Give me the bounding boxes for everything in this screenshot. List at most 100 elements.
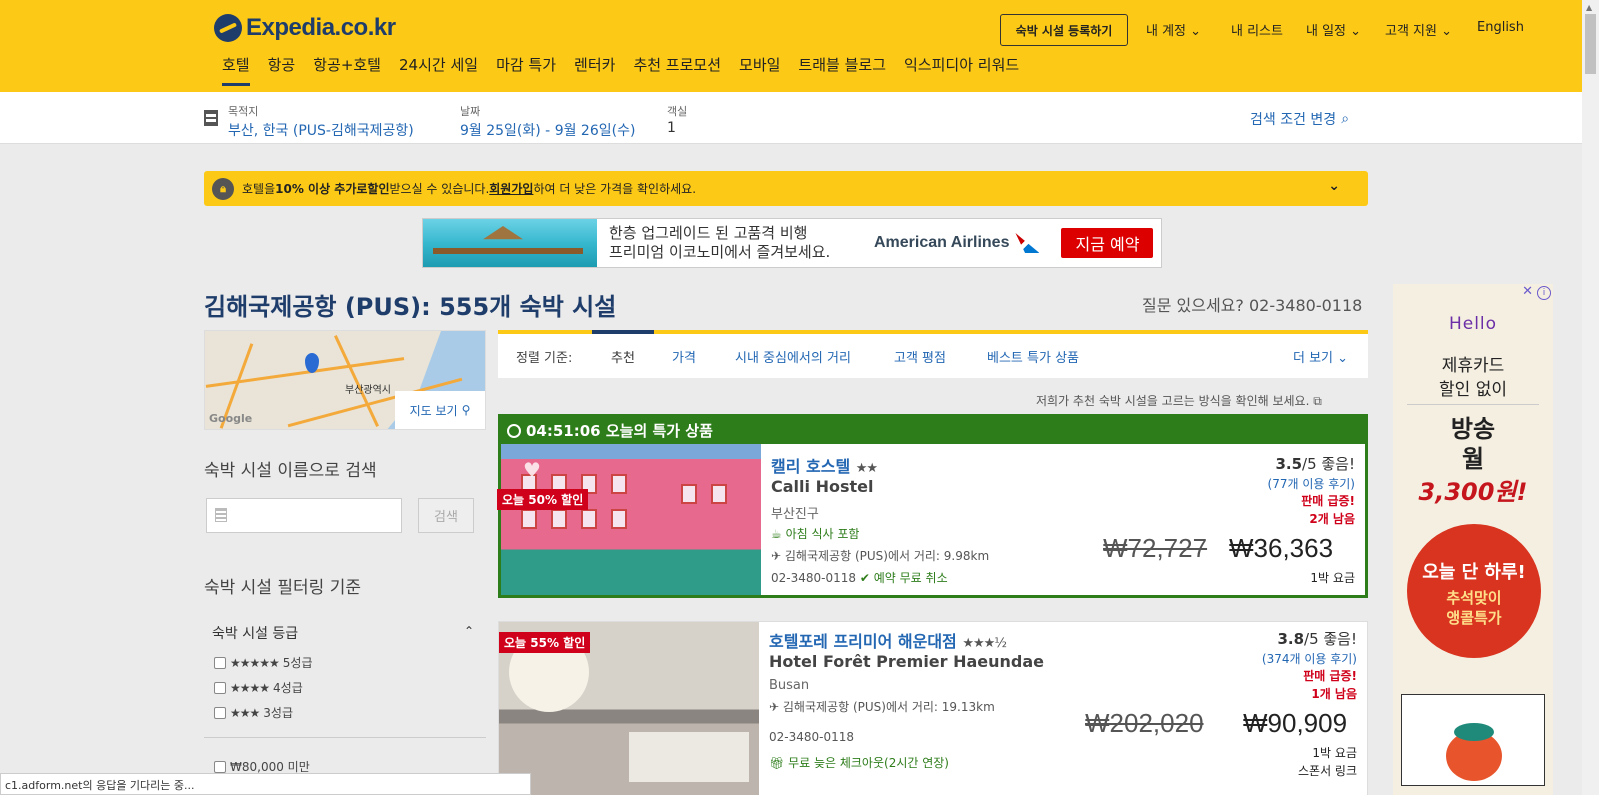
- sort-recommended[interactable]: 추천: [611, 347, 635, 366]
- hotel-phone: 02-3480-0118 ✔ 예약 무료 취소: [771, 571, 948, 585]
- my-list-link[interactable]: 내 리스트: [1231, 20, 1283, 39]
- map-city-label: 부산광역시: [345, 385, 391, 396]
- filter-4-star[interactable]: ★★★★ 4성급: [214, 679, 303, 696]
- review-count-link[interactable]: (374개 이용 후기): [1262, 650, 1357, 667]
- promo-circle: 오늘 단 하루! 추석맞이 앵콜특가: [1407, 524, 1541, 658]
- vertical-scrollbar[interactable]: ▲: [1582, 0, 1599, 795]
- checkmark-icon: ✔: [859, 571, 870, 585]
- airline-banner-ad[interactable]: 한층 업그레이드 된 고품격 비행 프리미엄 이코노미에서 즐겨보세요. Ame…: [422, 218, 1162, 268]
- checkbox[interactable]: [214, 706, 226, 719]
- discount-badge: 오늘 50% 할인: [497, 489, 589, 510]
- sort-distance[interactable]: 시내 중심에서의 거리: [735, 347, 851, 366]
- signup-link[interactable]: 회원가입: [489, 180, 533, 197]
- side-banner-ad[interactable]: ✕ i Hello 제휴카드 할인 없이 방송 월 3,300원! 오늘 단 하루!…: [1393, 284, 1553, 795]
- recommendation-info-link[interactable]: 저희가 추천 숙박 시설을 고르는 방식을 확인해 보세요. ⧉: [1036, 392, 1322, 409]
- nav-travel-blog[interactable]: 트래블 블로그: [798, 54, 886, 86]
- per-night-label: 1박 요금: [1310, 571, 1355, 585]
- my-trips-menu[interactable]: 내 일정 ⌄: [1306, 20, 1361, 39]
- hotel-name-korean[interactable]: 캘리 호스텔 ★★: [771, 453, 878, 477]
- building-icon: [204, 110, 218, 126]
- urgency-selling-fast: 판매 급증!: [1303, 669, 1357, 683]
- urgency-rooms-left: 1개 남음: [1311, 687, 1357, 701]
- my-account-menu[interactable]: 내 계정 ⌄: [1146, 20, 1201, 39]
- google-logo: Google: [209, 412, 253, 425]
- external-link-icon: ⧉: [1313, 394, 1322, 408]
- hotel-name-english: Calli Hostel: [771, 477, 874, 496]
- browser-status-bar: c1.adform.net의 응답을 기다리는 중...: [0, 773, 531, 795]
- view-map-button[interactable]: 지도 보기 ⚲: [395, 391, 485, 429]
- results-title: 김해국제공항 (PUS): 555개 숙박 시설: [204, 293, 617, 321]
- star-rating: ★★: [855, 461, 878, 476]
- urgency-rooms-left: 2개 남음: [1309, 512, 1355, 526]
- star-rating-filter-title[interactable]: 숙박 시설 등급: [212, 623, 298, 643]
- urgency-selling-fast: 판매 급증!: [1301, 494, 1355, 508]
- sponsored-link-label: 스폰서 링크: [1297, 764, 1357, 778]
- globe-plane-icon: [214, 14, 242, 42]
- name-search-button[interactable]: 검색: [418, 498, 474, 533]
- checkbox[interactable]: [214, 760, 226, 773]
- nav-mobile[interactable]: 모바일: [739, 54, 780, 86]
- review-count-link[interactable]: (77개 이용 후기): [1268, 475, 1355, 492]
- discounted-price: ₩36,363: [1229, 533, 1334, 563]
- nav-flight-hotel[interactable]: 항공+호텔: [313, 54, 381, 86]
- date-value[interactable]: 9월 25일(화) - 9월 26일(수): [460, 120, 635, 140]
- chevron-down-icon[interactable]: ⌄: [1328, 178, 1340, 194]
- sort-price[interactable]: 가격: [672, 347, 696, 366]
- name-search-heading: 숙박 시설 이름으로 검색: [204, 461, 377, 481]
- nav-hotels[interactable]: 호텔: [222, 54, 250, 86]
- airport-distance: ✈ 김해국제공항 (PUS)에서 거리: 9.98km: [771, 549, 990, 563]
- chevron-down-icon: ⌄: [1333, 351, 1349, 366]
- scrollbar-thumb[interactable]: [1585, 14, 1596, 74]
- airplane-icon: ✈: [769, 700, 780, 714]
- heart-icon[interactable]: ♥: [523, 460, 543, 480]
- sort-best-deals[interactable]: 베스트 특가 상품: [987, 347, 1079, 366]
- hotel-location: 부산진구: [771, 507, 819, 522]
- gift-package-image: [1401, 694, 1545, 786]
- checkbox[interactable]: [214, 681, 226, 694]
- chevron-up-icon[interactable]: ⌃: [464, 624, 474, 638]
- checkbox[interactable]: [214, 656, 226, 669]
- language-link[interactable]: English: [1477, 20, 1524, 35]
- nav-last-minute[interactable]: 마감 특가: [496, 54, 556, 86]
- hotel-card[interactable]: 04:51:06 오늘의 특가 상품 ♥ 오늘 50% 할인 캘리 호스텔 ★★…: [497, 414, 1368, 598]
- nav-rewards[interactable]: 익스피디아 리워드: [904, 54, 1019, 86]
- hotel-phone: 02-3480-0118: [769, 730, 855, 744]
- hotel-name-korean[interactable]: 호텔포레 프리미어 해운대점 ★★★½: [769, 628, 1007, 652]
- change-search-link[interactable]: 검색 조건 변경 ⌕: [1250, 109, 1349, 129]
- hello-logo: Hello: [1448, 314, 1498, 334]
- scroll-up-arrow-icon[interactable]: ▲: [1586, 3, 1592, 12]
- american-airlines-logo: American Airlines: [874, 233, 1040, 253]
- hotel-name-english: Hotel Forêt Premier Haeundae: [769, 652, 1045, 671]
- support-phone: 질문 있으세요? 02-3480-0118: [1142, 296, 1363, 315]
- hotel-card[interactable]: 오늘 55% 할인 호텔포레 프리미어 해운대점 ★★★½ Hotel Forê…: [498, 621, 1368, 795]
- sort-more[interactable]: 더 보기 ⌄: [1293, 347, 1348, 366]
- customer-support-menu[interactable]: 고객 지원 ⌄: [1385, 20, 1452, 39]
- nav-24h-sale[interactable]: 24시간 세일: [399, 54, 478, 86]
- sort-guest-rating[interactable]: 고객 평점: [894, 347, 946, 366]
- register-property-button[interactable]: 숙박 시설 등록하기: [1000, 14, 1128, 46]
- expedia-logo[interactable]: Expedia.co.kr: [214, 14, 396, 42]
- destination-value[interactable]: 부산, 한국 (PUS-김해국제공항): [228, 120, 414, 140]
- filter-3-star[interactable]: ★★★ 3성급: [214, 704, 293, 721]
- discounted-price: ₩90,909: [1243, 708, 1348, 738]
- nav-car-rental[interactable]: 렌터카: [574, 54, 615, 86]
- sort-bar: 정렬 기준: 추천 가격 시내 중심에서의 거리 고객 평점 베스트 특가 상품…: [498, 330, 1368, 378]
- date-label: 날짜: [460, 105, 481, 118]
- filter-heading: 숙박 시설 필터링 기준: [204, 578, 361, 598]
- book-now-button[interactable]: 지금 예약: [1061, 228, 1154, 258]
- close-icon[interactable]: ✕: [1522, 284, 1533, 299]
- discount-badge: 오늘 55% 할인: [499, 632, 591, 653]
- deal-header: 04:51:06 오늘의 특가 상품: [501, 417, 1365, 444]
- rooms-label: 객실: [667, 105, 688, 118]
- property-name-input[interactable]: [206, 498, 402, 533]
- filter-5-star[interactable]: ★★★★★ 5성급: [214, 654, 313, 671]
- breakfast-amenity: ☕︎ 아침 식사 포함: [771, 527, 860, 541]
- per-night-label: 1박 요금: [1312, 746, 1357, 760]
- gift-icon: 🎁︎: [769, 756, 785, 770]
- airplane-icon: ✈: [771, 549, 782, 563]
- nav-promotions[interactable]: 추천 프로모션: [633, 54, 721, 86]
- building-icon: [215, 508, 227, 522]
- info-icon[interactable]: i: [1537, 286, 1551, 300]
- nav-flights[interactable]: 항공: [268, 54, 296, 86]
- map-thumbnail[interactable]: 부산광역시 Google 지도 보기 ⚲: [204, 330, 486, 430]
